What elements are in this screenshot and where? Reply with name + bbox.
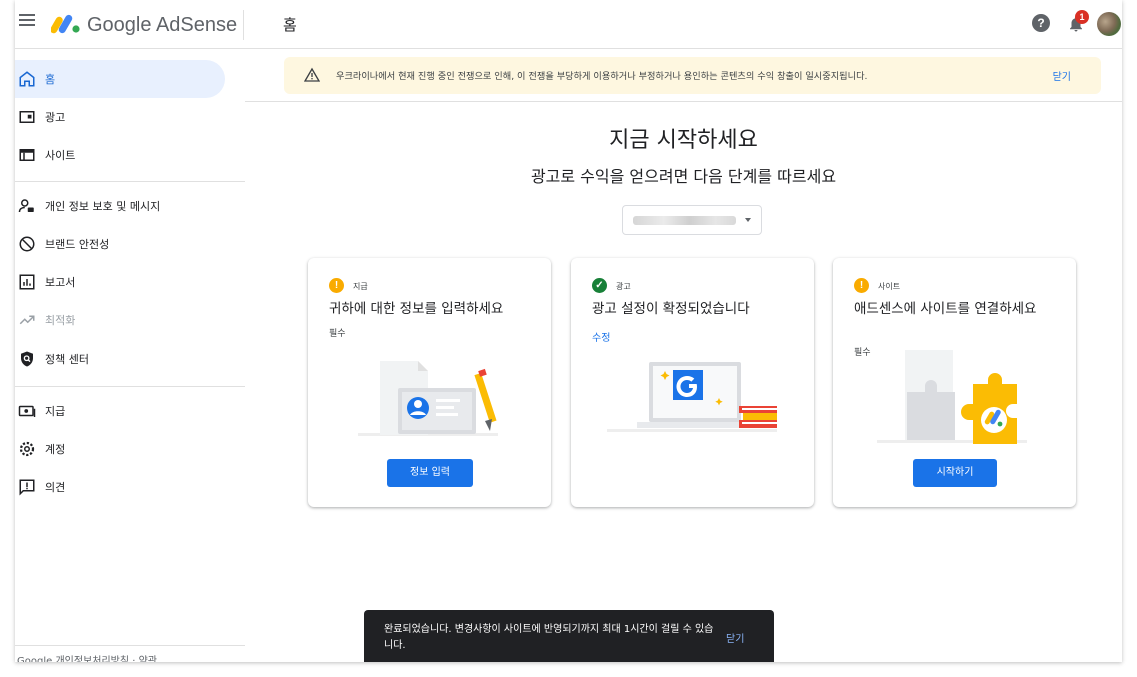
payments-icon bbox=[18, 405, 36, 417]
policy-center-icon bbox=[21, 351, 33, 367]
get-started-button[interactable]: 시작하기 bbox=[913, 459, 997, 487]
adsense-window: Google AdSense 홈 ? 1 홈 광고 사이트 개인 정보 보호 및 bbox=[15, 0, 1122, 662]
sidebar-item-label: 지급 bbox=[45, 405, 66, 418]
sidebar-item-ads[interactable]: 광고 bbox=[15, 98, 225, 136]
sidebar: 홈 광고 사이트 개인 정보 보호 및 메시지 브랜드 안전성 보고서 최적화 bbox=[15, 49, 245, 662]
connect-site-puzzle-illustration bbox=[877, 350, 1027, 444]
banner-message: 우크라이나에서 현재 진행 중인 전쟁으로 인해, 이 전쟁을 부당하게 이용하… bbox=[336, 71, 868, 82]
main-content: 우크라이나에서 현재 진행 중인 전쟁으로 인해, 이 전쟁을 부당하게 이용하… bbox=[245, 49, 1122, 662]
notification-badge: 1 bbox=[1075, 10, 1089, 24]
page-subheading: 광고로 수익을 얻으려면 다음 단계를 따르세요 bbox=[530, 167, 837, 186]
card-kicker: 사이트 bbox=[878, 282, 901, 291]
sidebar-item-feedback[interactable]: 의견 bbox=[15, 468, 225, 506]
top-app-bar: Google AdSense 홈 ? 1 bbox=[15, 0, 1122, 49]
card-payments-info: ! 지급 귀하에 대한 정보를 입력하세요 필수 정보 입력 bbox=[308, 258, 551, 507]
card-kicker: 지급 bbox=[353, 282, 368, 291]
banner-close-button[interactable]: 닫기 bbox=[1053, 68, 1071, 83]
sidebar-item-account[interactable]: 계정 bbox=[15, 430, 225, 468]
snackbar-toast: 완료되었습니다. 변경사항이 사이트에 반영되기까지 최대 1시간이 걸릴 수 … bbox=[364, 610, 774, 662]
sidebar-divider bbox=[15, 386, 245, 387]
notice-banner: 우크라이나에서 현재 진행 중인 전쟁으로 인해, 이 전쟁을 부당하게 이용하… bbox=[284, 57, 1101, 94]
warning-status-icon: ! bbox=[329, 278, 344, 293]
sidebar-item-sites[interactable]: 사이트 bbox=[15, 136, 225, 174]
home-icon bbox=[19, 71, 35, 87]
avatar[interactable] bbox=[1097, 12, 1121, 36]
brand-name: Google AdSense bbox=[87, 14, 238, 36]
snackbar-close-button[interactable]: 닫기 bbox=[726, 630, 744, 645]
notifications-button[interactable]: 1 bbox=[1067, 10, 1089, 35]
redacted-site-name bbox=[633, 216, 736, 225]
ads-settings-illustration bbox=[607, 362, 777, 432]
sidebar-footer-links[interactable]: Google 개인정보처리방침 · 약관 bbox=[17, 652, 157, 662]
site-selector-dropdown[interactable] bbox=[622, 205, 762, 235]
sites-icon bbox=[19, 149, 35, 161]
header-divider bbox=[243, 10, 244, 40]
card-title: 애드센스에 사이트를 연결하세요 bbox=[854, 301, 1037, 317]
reports-icon bbox=[19, 274, 35, 290]
privacy-messaging-icon bbox=[18, 199, 34, 213]
sidebar-item-label: 최적화 bbox=[45, 314, 76, 327]
sidebar-item-policy-center[interactable]: 정책 센터 bbox=[15, 340, 225, 378]
sidebar-item-home[interactable]: 홈 bbox=[15, 60, 225, 98]
warning-icon bbox=[304, 67, 320, 82]
check-status-icon: ✓ bbox=[592, 278, 607, 293]
ads-icon bbox=[19, 111, 35, 123]
sidebar-item-payments[interactable]: 지급 bbox=[15, 392, 225, 430]
account-gear-icon bbox=[19, 441, 35, 457]
required-label: 필수 bbox=[854, 348, 871, 358]
sidebar-item-optimization[interactable]: 최적화 bbox=[15, 301, 225, 339]
sidebar-item-label: 사이트 bbox=[45, 149, 76, 162]
sidebar-item-label: 개인 정보 보호 및 메시지 bbox=[45, 200, 161, 213]
adsense-logo-icon bbox=[51, 14, 80, 34]
feedback-icon bbox=[19, 479, 35, 496]
snackbar-message: 완료되었습니다. 변경사항이 사이트에 반영되기까지 최대 1시간이 걸릴 수 … bbox=[384, 624, 714, 651]
page-heading: 지금 시작하세요 bbox=[609, 128, 758, 153]
warning-status-icon: ! bbox=[854, 278, 869, 293]
card-kicker: 광고 bbox=[616, 282, 631, 291]
card-ads-settings: ✓ 광고 광고 설정이 확정되었습니다 수정 bbox=[571, 258, 814, 507]
sidebar-item-label: 정책 센터 bbox=[45, 353, 89, 366]
optimization-icon bbox=[19, 315, 35, 325]
payment-info-illustration bbox=[358, 361, 498, 436]
menu-icon[interactable] bbox=[19, 14, 35, 28]
sidebar-item-label: 홈 bbox=[45, 73, 56, 86]
content-divider bbox=[245, 101, 1122, 102]
sidebar-item-privacy-messaging[interactable]: 개인 정보 보호 및 메시지 bbox=[15, 187, 225, 225]
sidebar-item-label: 계정 bbox=[45, 443, 66, 456]
required-label: 필수 bbox=[329, 329, 346, 339]
brand-safety-icon bbox=[19, 236, 35, 252]
sidebar-divider bbox=[15, 181, 245, 182]
card-title: 귀하에 대한 정보를 입력하세요 bbox=[329, 301, 504, 317]
sidebar-item-label: 브랜드 안전성 bbox=[45, 238, 110, 251]
dropdown-arrow-icon bbox=[745, 218, 751, 222]
sidebar-item-label: 광고 bbox=[45, 111, 66, 124]
sidebar-item-brand-safety[interactable]: 브랜드 안전성 bbox=[15, 225, 225, 263]
sidebar-item-reports[interactable]: 보고서 bbox=[15, 263, 225, 301]
enter-info-button[interactable]: 정보 입력 bbox=[387, 459, 473, 487]
card-title: 광고 설정이 확정되었습니다 bbox=[592, 301, 750, 317]
sidebar-item-label: 보고서 bbox=[45, 276, 76, 289]
card-connect-site: ! 사이트 애드센스에 사이트를 연결하세요 필수 시작하기 bbox=[833, 258, 1076, 507]
sidebar-footer-divider bbox=[15, 645, 245, 646]
help-icon[interactable]: ? bbox=[1032, 14, 1050, 32]
sidebar-item-label: 의견 bbox=[45, 481, 66, 494]
edit-link[interactable]: 수정 bbox=[592, 329, 610, 344]
page-title: 홈 bbox=[283, 16, 297, 34]
